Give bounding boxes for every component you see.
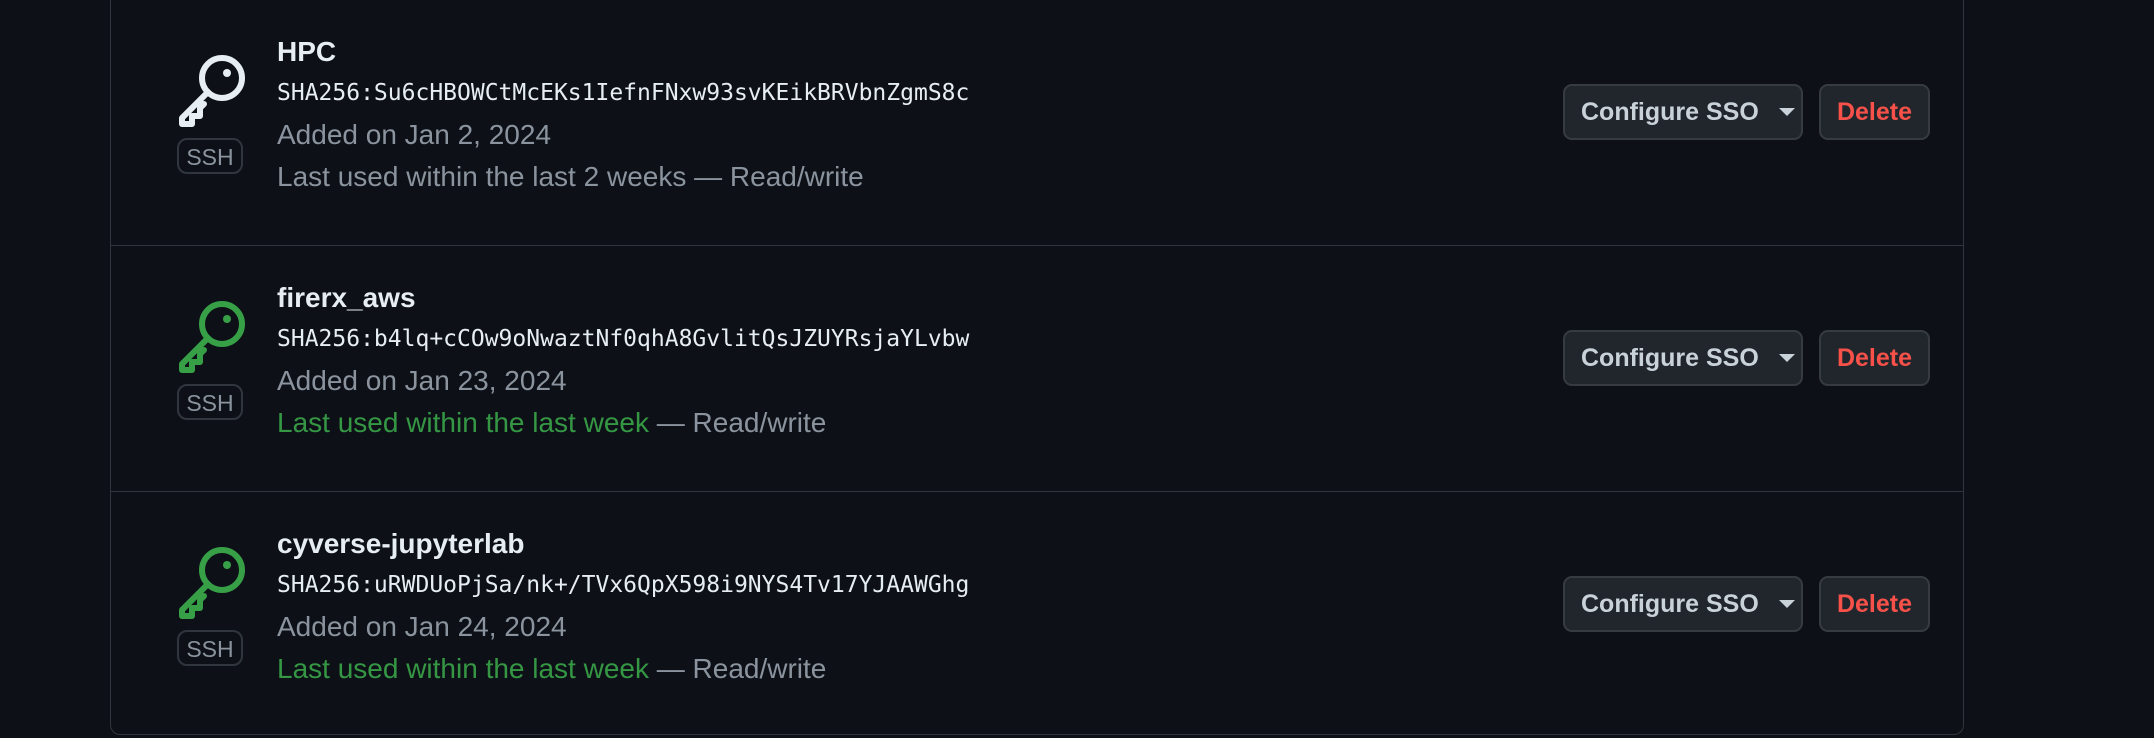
access-level: — Read/write bbox=[648, 653, 827, 684]
key-icon bbox=[179, 547, 245, 619]
delete-key-button[interactable]: Delete bbox=[1819, 84, 1930, 140]
ssh-key-row: SSH firerx_aws SHA256:b4lq+cCOw9oNwaztNf… bbox=[111, 246, 1963, 492]
ssh-type-badge: SSH bbox=[177, 384, 243, 420]
last-used-text: Last used within the last 2 weeks bbox=[277, 161, 687, 192]
key-last-used: Last used within the last week — Read/wr… bbox=[277, 402, 969, 444]
key-icon bbox=[179, 301, 245, 373]
configure-sso-label: Configure SSO bbox=[1581, 589, 1759, 618]
configure-sso-button[interactable]: Configure SSO bbox=[1563, 330, 1803, 386]
key-icon-column: SSH bbox=[176, 50, 250, 174]
ssh-type-badge: SSH bbox=[177, 630, 243, 666]
delete-key-button[interactable]: Delete bbox=[1819, 330, 1930, 386]
key-icon-column: SSH bbox=[176, 296, 250, 420]
key-actions: Configure SSO Delete bbox=[1563, 330, 1930, 386]
key-actions: Configure SSO Delete bbox=[1563, 576, 1930, 632]
configure-sso-label: Configure SSO bbox=[1581, 343, 1759, 372]
caret-down-icon bbox=[1778, 108, 1795, 116]
ssh-key-row: SSH cyverse-jupyterlab SHA256:uRWDUoPjSa… bbox=[111, 492, 1963, 738]
key-fingerprint: SHA256:Su6cHBOWCtMcEKs1IefnFNxw93svKEikB… bbox=[277, 80, 970, 106]
key-title: HPC bbox=[277, 36, 337, 67]
key-added-date: Added on Jan 23, 2024 bbox=[277, 365, 567, 396]
configure-sso-button[interactable]: Configure SSO bbox=[1563, 576, 1803, 632]
access-level: — Read/write bbox=[648, 407, 827, 438]
configure-sso-button[interactable]: Configure SSO bbox=[1563, 84, 1803, 140]
key-actions: Configure SSO Delete bbox=[1563, 84, 1930, 140]
ssh-keys-list: SSH HPC SHA256:Su6cHBOWCtMcEKs1IefnFNxw9… bbox=[110, 0, 1964, 735]
key-icon-column: SSH bbox=[176, 542, 250, 666]
key-info: HPC SHA256:Su6cHBOWCtMcEKs1IefnFNxw93svK… bbox=[277, 32, 969, 198]
key-info: firerx_aws SHA256:b4lq+cCOw9oNwaztNf0qhA… bbox=[277, 278, 969, 444]
key-last-used: Last used within the last week — Read/wr… bbox=[277, 648, 969, 690]
key-info: cyverse-jupyterlab SHA256:uRWDUoPjSa/nk+… bbox=[277, 524, 969, 690]
key-title: firerx_aws bbox=[277, 282, 416, 313]
configure-sso-label: Configure SSO bbox=[1581, 97, 1759, 126]
delete-key-button[interactable]: Delete bbox=[1819, 576, 1930, 632]
caret-down-icon bbox=[1778, 354, 1795, 362]
key-last-used: Last used within the last 2 weeks — Read… bbox=[277, 156, 969, 198]
key-title: cyverse-jupyterlab bbox=[277, 528, 525, 559]
key-icon bbox=[179, 55, 245, 127]
last-used-text: Last used within the last week bbox=[277, 407, 649, 438]
ssh-type-badge: SSH bbox=[177, 138, 243, 174]
key-added-date: Added on Jan 2, 2024 bbox=[277, 119, 552, 150]
access-level: — Read/write bbox=[686, 161, 864, 192]
key-fingerprint: SHA256:b4lq+cCOw9oNwaztNf0qhA8GvlitQsJZU… bbox=[277, 326, 970, 352]
key-fingerprint: SHA256:uRWDUoPjSa/nk+/TVx6QpX598i9NYS4Tv… bbox=[277, 572, 970, 598]
key-added-date: Added on Jan 24, 2024 bbox=[277, 611, 567, 642]
last-used-text: Last used within the last week bbox=[277, 653, 649, 684]
caret-down-icon bbox=[1778, 600, 1795, 608]
ssh-key-row: SSH HPC SHA256:Su6cHBOWCtMcEKs1IefnFNxw9… bbox=[111, 0, 1963, 246]
